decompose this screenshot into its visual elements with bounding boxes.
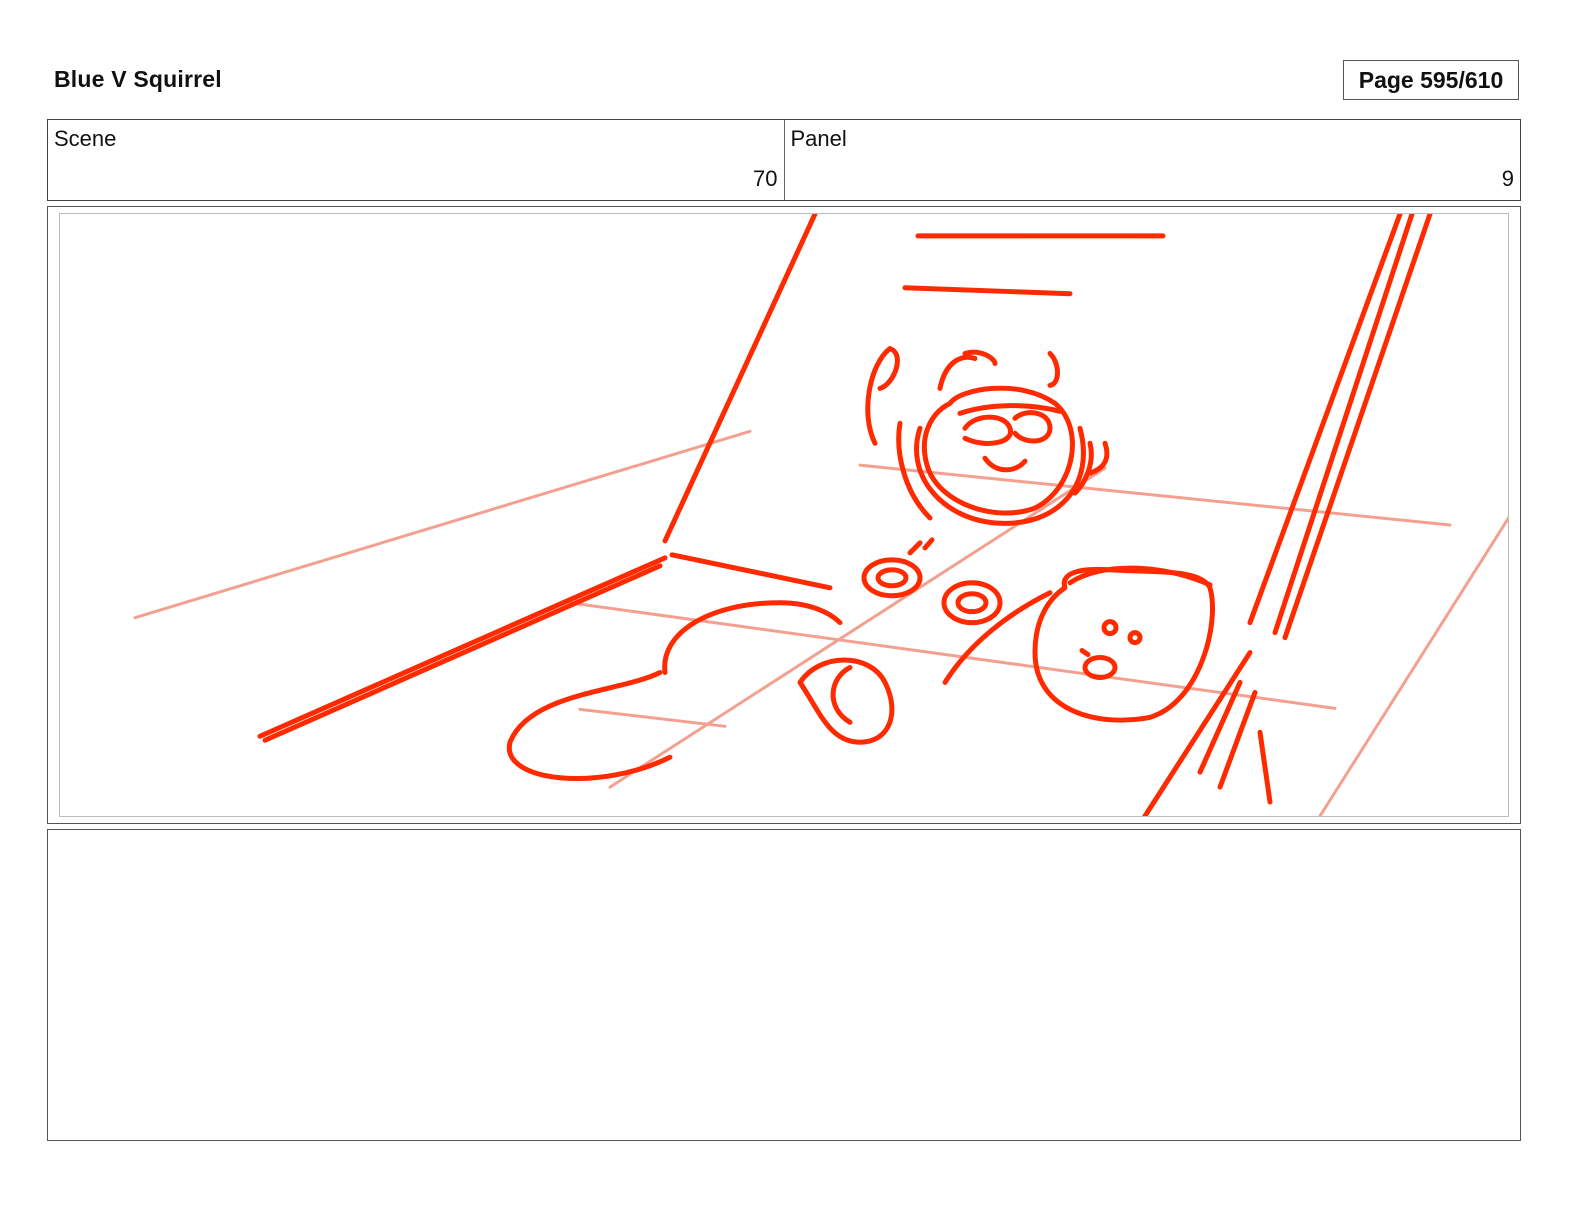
text-line-2 (902, 285, 1073, 297)
paw-left (861, 557, 923, 599)
panel-number: 9 (1501, 166, 1514, 191)
scene-label: Scene (54, 126, 117, 151)
mouth (982, 455, 1028, 473)
paw-right (941, 580, 1003, 626)
pole-bottom-4 (1257, 729, 1273, 805)
paw-right-inner (955, 591, 989, 615)
hair-tuft (937, 349, 998, 391)
book-bottom-edge-2 (262, 563, 663, 743)
guide-line-right (1318, 516, 1508, 816)
panel-cell: Panel 9 (783, 120, 1521, 200)
book-bottom-edge (257, 555, 668, 739)
guide-line-left (133, 429, 752, 620)
character-ear-left (865, 346, 900, 446)
perspective-guides (133, 429, 1508, 816)
project-title: Blue V Squirrel (54, 66, 222, 92)
eye-left (962, 414, 1013, 446)
panel-label: Panel (790, 126, 847, 151)
scene-cell: Scene 70 (48, 120, 784, 200)
paw-left-inner (875, 567, 909, 589)
acorn-dot (1079, 648, 1091, 658)
character-ear-right (1047, 351, 1060, 388)
brow (957, 403, 1063, 416)
page-number-box: Page 595/610 (1343, 60, 1519, 100)
pole-line-1 (1247, 214, 1403, 626)
pole-line-2 (1272, 214, 1415, 636)
book-edge-left (662, 214, 818, 544)
eye-right (1012, 410, 1053, 444)
acorn-spot-2 (1127, 630, 1143, 646)
sketch-drawing (133, 214, 1508, 816)
guide-line-low (578, 707, 727, 728)
notes-area (47, 829, 1521, 1141)
acorn-body (1032, 566, 1215, 723)
storyboard-panel-image (59, 213, 1509, 817)
acorn-cap (1067, 565, 1213, 588)
storyboard-panel-frame (47, 206, 1521, 824)
acorn-spot-1 (1101, 619, 1119, 637)
pole-line-3 (1282, 214, 1433, 641)
foot-lines (907, 537, 935, 556)
book-spine (669, 552, 833, 591)
sketch-strokes (257, 214, 1433, 816)
scene-panel-info-row: Scene 70 Panel 9 (47, 119, 1521, 201)
pole-bottom-3 (1217, 689, 1258, 790)
scene-number: 70 (753, 166, 778, 191)
character-arm (830, 665, 853, 725)
